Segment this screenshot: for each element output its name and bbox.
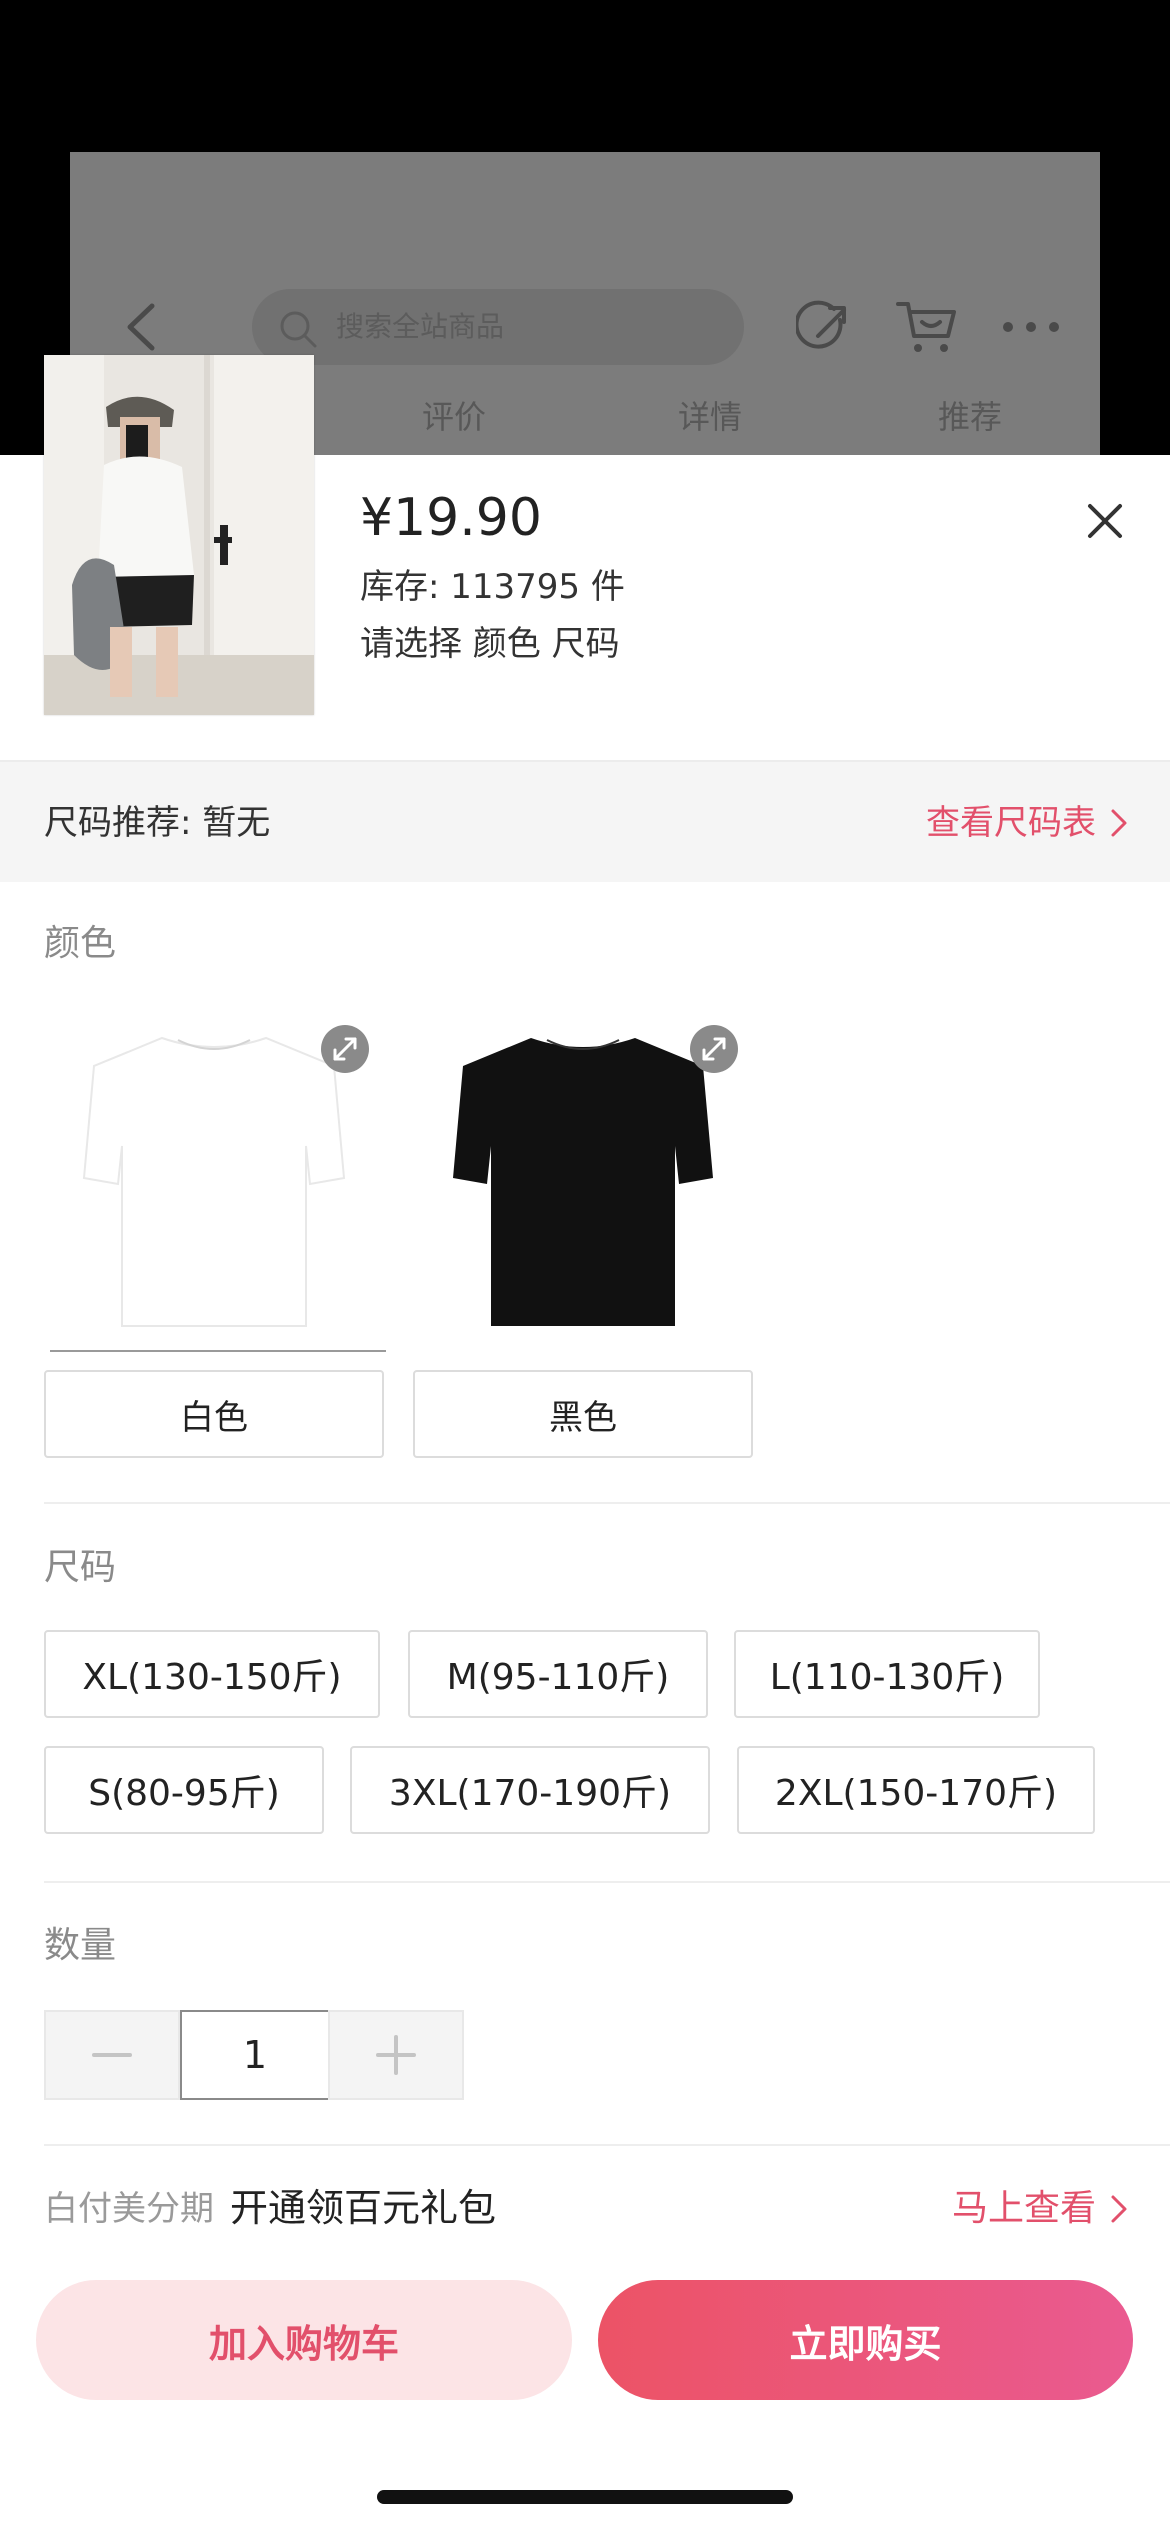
- chevron-right-icon: [1111, 809, 1127, 837]
- size-recommendation-bar: 尺码推荐: 暂无 查看尺码表: [0, 760, 1170, 882]
- quantity-decrement-button[interactable]: [44, 2010, 180, 2100]
- expand-icon[interactable]: [320, 1024, 370, 1074]
- installment-link[interactable]: 马上查看: [952, 2186, 1128, 2232]
- search-placeholder: 搜索全站商品: [336, 310, 505, 343]
- color-label-black[interactable]: 黑色: [413, 1370, 753, 1458]
- size-recommendation-text: 尺码推荐: 暂无: [44, 803, 271, 843]
- chevron-right-icon: [1111, 2195, 1127, 2223]
- color-option-white[interactable]: 白色: [44, 1000, 386, 1458]
- size-chart-link[interactable]: 查看尺码表: [926, 800, 1128, 846]
- size-option-xl[interactable]: XL(130-150斤): [44, 1630, 380, 1718]
- quantity-input[interactable]: 1: [180, 2010, 330, 2100]
- home-indicator: [377, 2490, 793, 2504]
- back-arrow-icon[interactable]: [122, 302, 158, 352]
- divider: [44, 1881, 1170, 1883]
- size-chart-link-label: 查看尺码表: [926, 803, 1096, 843]
- divider: [44, 2144, 1170, 2146]
- stock-count: 库存: 113795 件: [360, 567, 625, 607]
- color-label-white[interactable]: 白色: [44, 1370, 384, 1458]
- tab-details[interactable]: 详情: [678, 394, 742, 440]
- selection-hint: 请选择 颜色 尺码: [360, 624, 620, 664]
- price: ¥19.90: [360, 488, 542, 548]
- plus-icon: [376, 2035, 416, 2075]
- tab-reviews[interactable]: 评价: [422, 394, 486, 440]
- size-section-title: 尺码: [44, 1547, 117, 1588]
- quantity-increment-button[interactable]: [328, 2010, 464, 2100]
- search-bar[interactable]: 搜索全站商品: [252, 289, 744, 365]
- minus-icon: [92, 2053, 132, 2057]
- color-section-title: 颜色: [44, 923, 117, 964]
- size-option-l[interactable]: L(110-130斤): [734, 1630, 1040, 1718]
- tab-recommend[interactable]: 推荐: [938, 394, 1002, 440]
- installment-promo: 开通领百元礼包: [230, 2186, 497, 2230]
- size-option-2xl[interactable]: 2XL(150-170斤): [737, 1746, 1095, 1834]
- buy-now-button[interactable]: 立即购买: [598, 2280, 1133, 2400]
- size-option-s[interactable]: S(80-95斤): [44, 1746, 324, 1834]
- size-option-3xl[interactable]: 3XL(170-190斤): [350, 1746, 710, 1834]
- color-option-black[interactable]: 黑色: [413, 1000, 753, 1458]
- installment-link-label: 马上查看: [951, 2188, 1096, 2229]
- product-photo: [44, 355, 314, 715]
- quantity-section-title: 数量: [44, 1925, 117, 1966]
- cart-icon[interactable]: [896, 298, 958, 356]
- quantity-stepper: 1: [44, 2010, 464, 2100]
- selected-indicator: [50, 1350, 386, 1352]
- expand-icon[interactable]: [689, 1024, 739, 1074]
- close-icon[interactable]: [1082, 498, 1128, 544]
- divider: [44, 1502, 1170, 1504]
- share-icon[interactable]: [796, 300, 854, 358]
- add-to-cart-button[interactable]: 加入购物车: [36, 2280, 572, 2400]
- search-icon: [280, 311, 317, 348]
- more-icon[interactable]: [1000, 312, 1062, 342]
- product-thumbnail[interactable]: [44, 355, 314, 715]
- size-option-m[interactable]: M(95-110斤): [408, 1630, 708, 1718]
- installment-label: 白付美分期: [44, 2189, 214, 2229]
